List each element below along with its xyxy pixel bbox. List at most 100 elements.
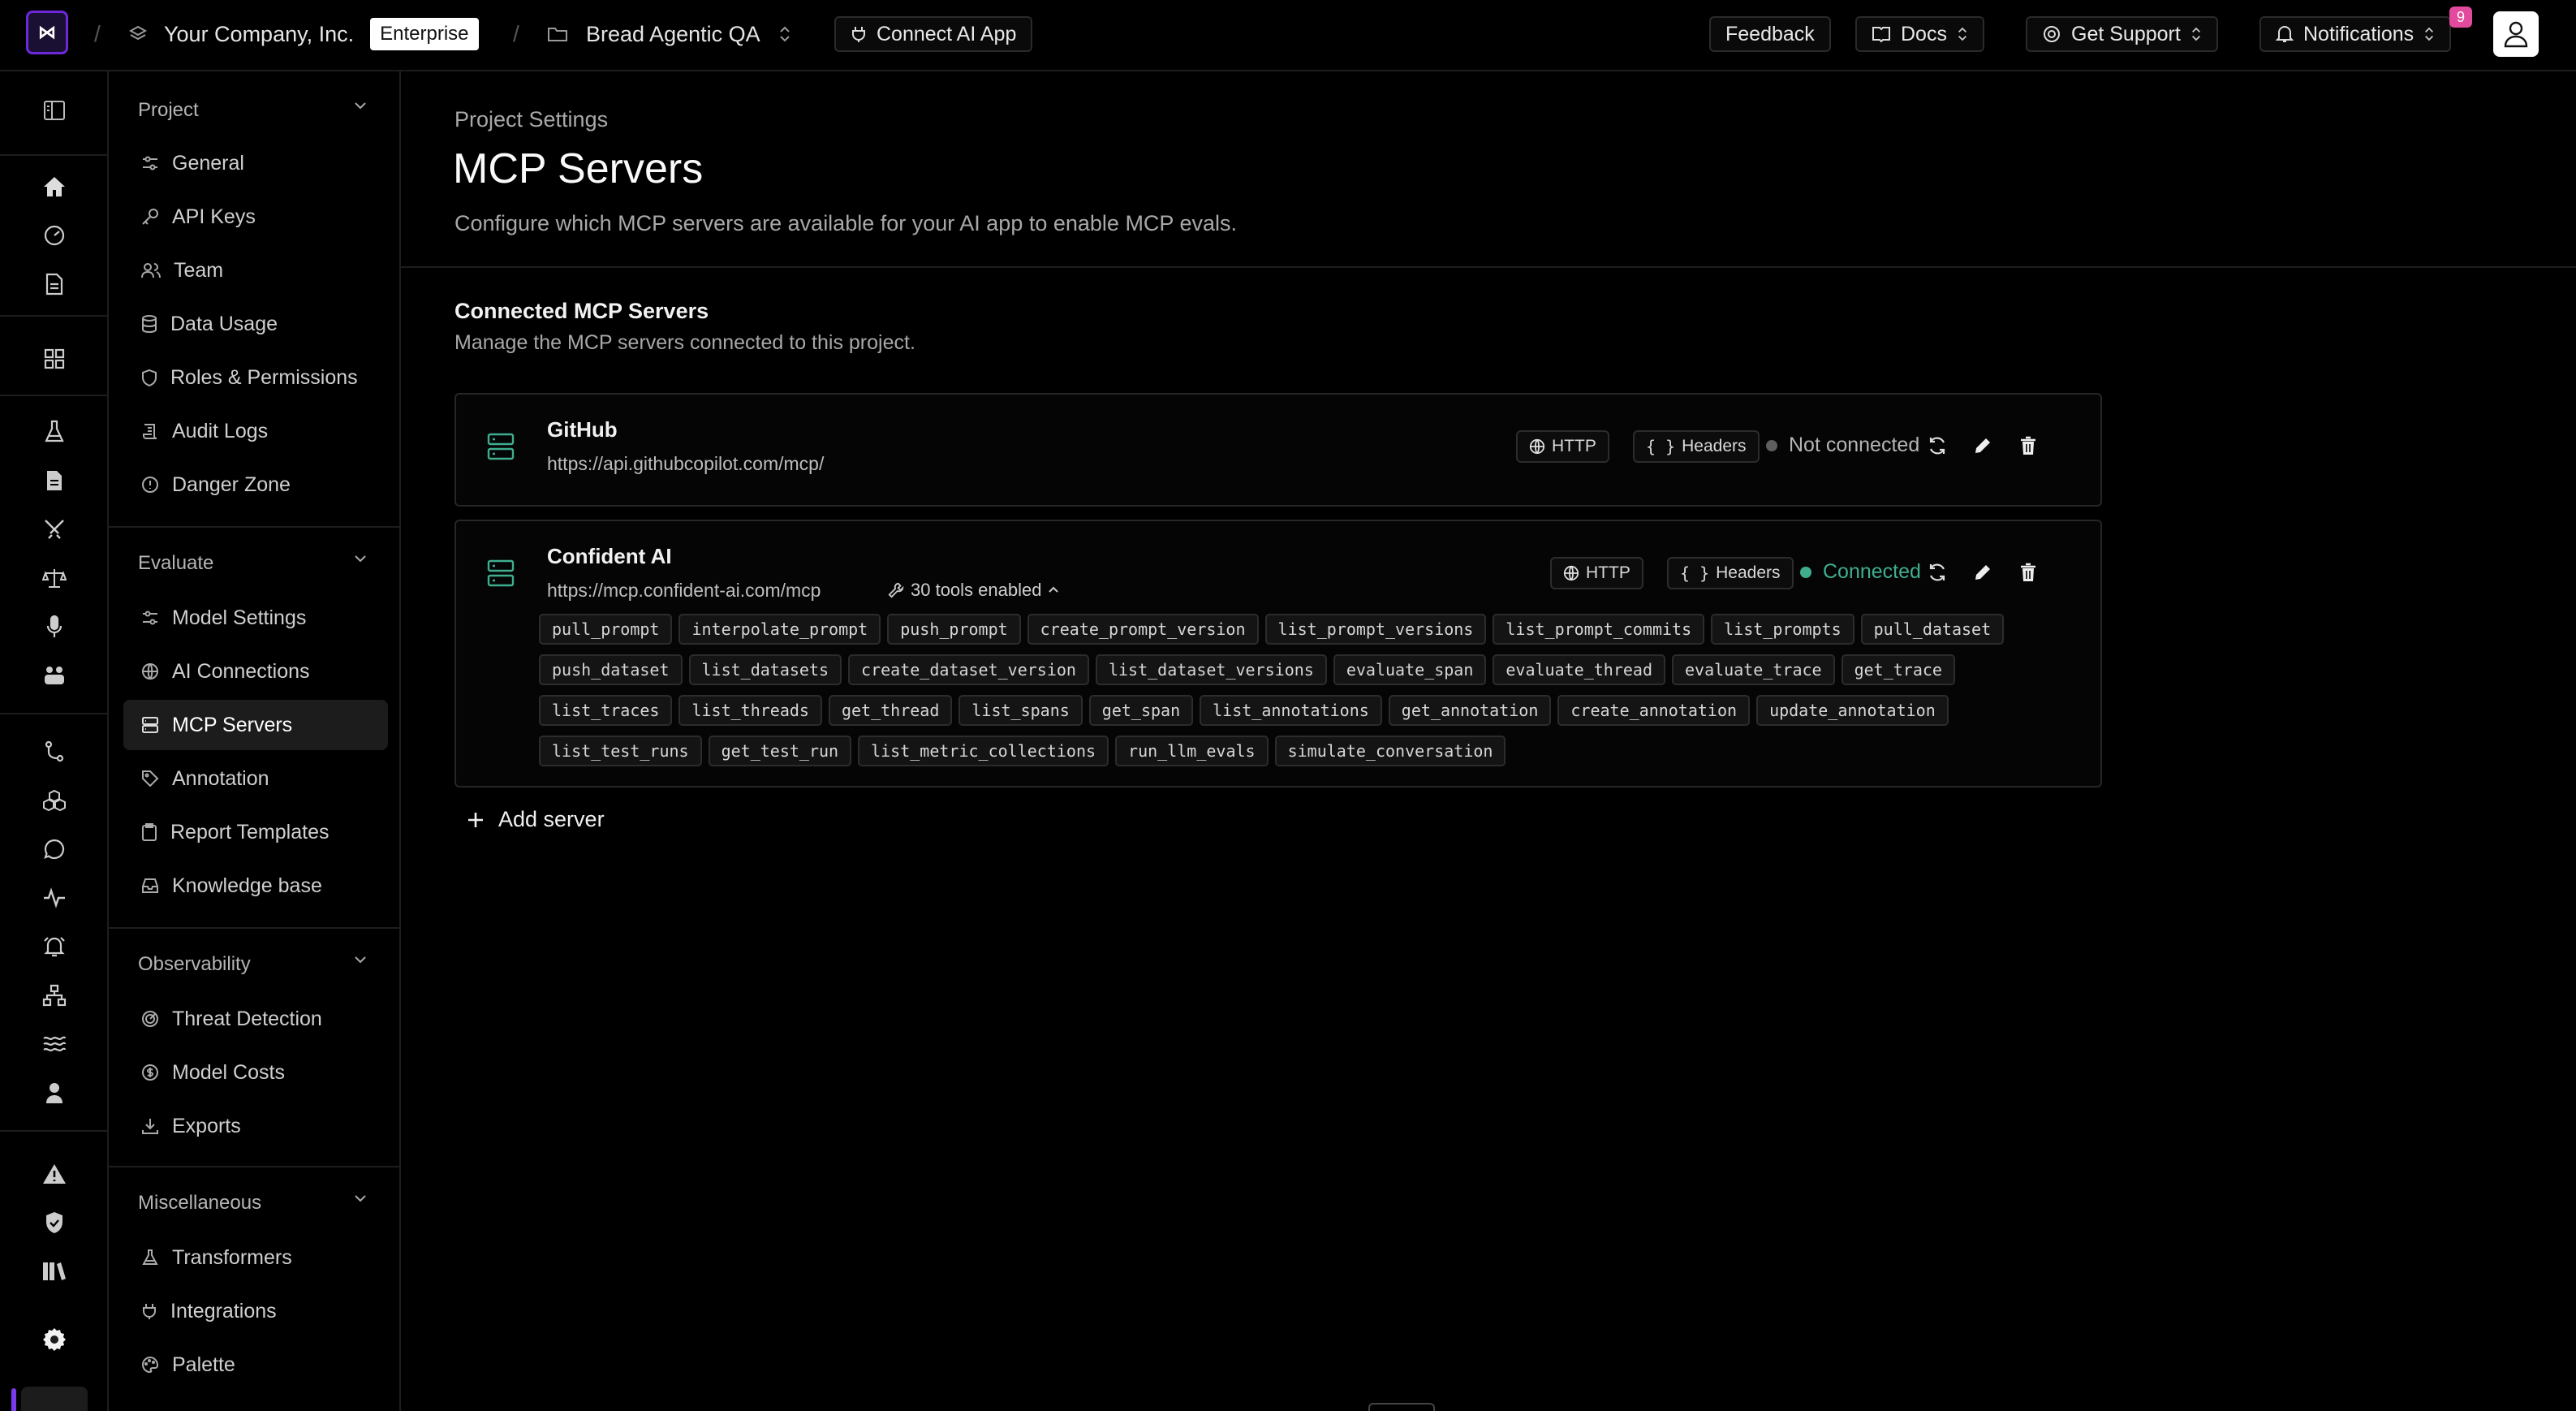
- docs-button[interactable]: Docs: [1855, 16, 1984, 52]
- microphone-icon[interactable]: [38, 611, 71, 643]
- get-support-button[interactable]: Get Support: [2026, 16, 2218, 52]
- gauge-icon[interactable]: [38, 219, 71, 252]
- nav-item-ai-connections[interactable]: AI Connections: [123, 646, 388, 697]
- edit-pencil-icon[interactable]: [1969, 559, 1997, 586]
- warning-icon[interactable]: [38, 1158, 71, 1190]
- git-branch-icon[interactable]: [38, 736, 71, 768]
- tool-chip: get_annotation: [1388, 695, 1552, 726]
- chat-bubble-icon[interactable]: [38, 833, 71, 865]
- nav-item-label: Knowledge base: [172, 874, 322, 897]
- connect-ai-app-button[interactable]: Connect AI App: [834, 16, 1033, 52]
- tool-chip: update_annotation: [1756, 695, 1949, 726]
- feedback-label: Feedback: [1725, 22, 1815, 45]
- connection-status: Not connected: [1766, 434, 1919, 457]
- headers-button[interactable]: { } Headers: [1633, 430, 1760, 463]
- nav-item-report-templates[interactable]: Report Templates: [123, 807, 388, 857]
- chevron-updown-icon: [2423, 25, 2435, 43]
- tool-chip: get_trace: [1841, 654, 1955, 685]
- notification-count-badge: 9: [2449, 6, 2472, 28]
- nav-item-model-costs[interactable]: Model Costs: [123, 1047, 388, 1098]
- add-server-label: Add server: [498, 807, 605, 831]
- nav-item-integrations[interactable]: Integrations: [123, 1286, 388, 1336]
- org-name: Your Company, Inc.: [164, 21, 355, 46]
- file-text-icon[interactable]: [38, 464, 71, 497]
- connect-ai-app-label: Connect AI App: [877, 22, 1017, 45]
- tool-chip: list_prompt_versions: [1264, 614, 1487, 645]
- headers-button[interactable]: { } Headers: [1667, 557, 1794, 589]
- sidebar-toggle-icon[interactable]: [38, 94, 71, 127]
- chevron-down-icon[interactable]: [352, 97, 368, 118]
- bottom-drawer-handle[interactable]: [1368, 1403, 1435, 1411]
- trash-icon[interactable]: [2014, 432, 2042, 460]
- sitemap-icon[interactable]: [38, 979, 71, 1012]
- dollar-circle-icon: [141, 1064, 159, 1081]
- nav-item-danger-zone[interactable]: Danger Zone: [123, 460, 388, 510]
- feedback-button[interactable]: Feedback: [1709, 16, 1831, 52]
- nav-item-label: Integrations: [170, 1299, 277, 1323]
- nav-item-exports[interactable]: Exports: [123, 1101, 388, 1151]
- shield-check-icon[interactable]: [38, 1206, 71, 1239]
- nav-item-model-settings[interactable]: Model Settings: [123, 593, 388, 643]
- nav-item-label: Annotation: [172, 766, 269, 790]
- main-content: Project Settings MCP Servers Configure w…: [401, 71, 2576, 1411]
- chevron-down-icon[interactable]: [352, 1190, 368, 1210]
- tool-chip: get_test_run: [708, 736, 852, 766]
- chevron-updown-icon: [778, 24, 791, 44]
- edit-pencil-icon[interactable]: [1969, 432, 1997, 460]
- get-support-label: Get Support: [2071, 22, 2181, 45]
- home-icon[interactable]: [38, 170, 71, 203]
- flask-icon[interactable]: [38, 416, 71, 448]
- tool-chip: pull_prompt: [539, 614, 673, 645]
- chevron-down-icon[interactable]: [352, 951, 368, 972]
- org-switcher[interactable]: Your Company, Inc. Enterprise: [128, 0, 479, 68]
- nav-item-palette[interactable]: Palette: [123, 1340, 388, 1390]
- nav-item-api-keys[interactable]: API Keys: [123, 192, 388, 242]
- nav-section-observability[interactable]: Observability: [138, 953, 251, 976]
- refresh-icon[interactable]: [1923, 559, 1951, 586]
- document-icon[interactable]: [38, 268, 71, 300]
- user-avatar[interactable]: [2493, 11, 2539, 57]
- nav-item-roles-permissions[interactable]: Roles & Permissions: [123, 352, 388, 403]
- nav-item-threat-detection[interactable]: Threat Detection: [123, 994, 388, 1044]
- trash-icon[interactable]: [2014, 559, 2042, 586]
- nav-item-annotation[interactable]: Annotation: [123, 753, 388, 804]
- tool-chip: push_prompt: [887, 614, 1021, 645]
- nav-item-data-usage[interactable]: Data Usage: [123, 299, 388, 349]
- server-card-github: GitHub https://api.githubcopilot.com/mcp…: [454, 393, 2102, 507]
- settings-nav: Project General API Keys Team Data Usage…: [109, 71, 401, 1411]
- refresh-icon[interactable]: [1923, 432, 1951, 460]
- nav-item-transformers[interactable]: Transformers: [123, 1232, 388, 1283]
- notifications-button[interactable]: Notifications: [2259, 16, 2452, 52]
- users-group-icon[interactable]: [38, 659, 71, 692]
- dashboard-grid-icon[interactable]: [38, 343, 71, 375]
- nav-item-audit-logs[interactable]: Audit Logs: [123, 406, 388, 456]
- app-logo[interactable]: ⋈: [26, 11, 68, 54]
- library-icon[interactable]: [38, 1255, 71, 1288]
- server-name: GitHub: [547, 417, 618, 442]
- tool-chip: evaluate_thread: [1493, 654, 1665, 685]
- alarm-bell-icon[interactable]: [38, 930, 71, 963]
- nav-item-label: Report Templates: [170, 820, 330, 844]
- nav-section-project[interactable]: Project: [138, 99, 199, 122]
- tool-chip: run_llm_evals: [1115, 736, 1269, 766]
- project-switcher[interactable]: Bread Agentic QA: [547, 0, 791, 68]
- nav-item-mcp-servers[interactable]: MCP Servers: [123, 700, 388, 750]
- activity-icon[interactable]: [38, 882, 71, 914]
- database-icon: [141, 315, 157, 333]
- settings-gear-icon[interactable]: [38, 1323, 71, 1356]
- swords-icon[interactable]: [38, 513, 71, 546]
- person-icon[interactable]: [38, 1077, 71, 1109]
- nav-item-team[interactable]: Team: [123, 245, 388, 296]
- scale-icon[interactable]: [38, 562, 71, 594]
- nav-section-evaluate[interactable]: Evaluate: [138, 552, 213, 575]
- chevron-down-icon[interactable]: [352, 550, 368, 571]
- breadcrumb: Project Settings: [454, 107, 609, 132]
- boxes-icon[interactable]: [38, 784, 71, 817]
- tools-enabled-toggle[interactable]: 30 tools enabled: [888, 580, 1059, 601]
- nav-item-general[interactable]: General: [123, 138, 388, 188]
- top-bar: ⋈ / Your Company, Inc. Enterprise / Brea…: [0, 0, 2576, 71]
- nav-item-knowledge-base[interactable]: Knowledge base: [123, 861, 388, 911]
- waves-icon[interactable]: [38, 1028, 71, 1060]
- add-server-button[interactable]: Add server: [466, 807, 605, 832]
- nav-section-miscellaneous[interactable]: Miscellaneous: [138, 1192, 261, 1215]
